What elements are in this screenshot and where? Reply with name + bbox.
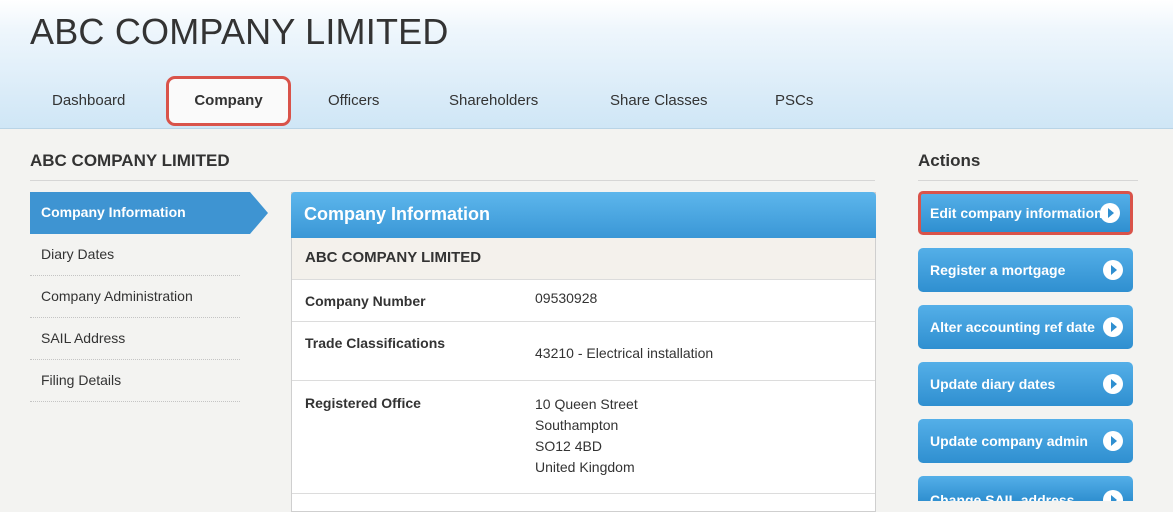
tab-company[interactable]: Company [166,76,291,126]
sidebar-item-diary-dates[interactable]: Diary Dates [30,234,240,276]
sidebar-item-sail-address[interactable]: SAIL Address [30,318,240,360]
address-line: Southampton [535,417,619,433]
update-diary-dates-button[interactable]: Update diary dates [918,362,1133,406]
tab-shareholders[interactable]: Shareholders [449,92,538,109]
top-header: ABC COMPANY LIMITED Dashboard Company Of… [0,0,1173,129]
panel-title: Company Information [291,192,876,238]
company-information-panel: Company Information ABC COMPANY LIMITED … [291,192,876,512]
registered-office-label: Registered Office [305,395,421,411]
update-company-admin-button[interactable]: Update company admin [918,419,1133,463]
actions-title: Actions [918,151,1138,181]
sidebar-item-company-administration[interactable]: Company Administration [30,276,240,318]
button-label: Update diary dates [930,376,1056,392]
company-number-row: Company Number 09530928 [292,280,875,322]
company-title: ABC COMPANY LIMITED [30,11,449,52]
tab-dashboard[interactable]: Dashboard [52,92,125,109]
trade-classifications-row: Trade Classifications 43210 - Electrical… [292,322,875,381]
sidebar-item-company-information[interactable]: Company Information [30,192,268,234]
button-label: Register a mortgage [930,262,1066,278]
address-line: 10 Queen Street [535,396,638,412]
button-label: Update company admin [930,433,1088,449]
chevron-right-circle-icon [1103,260,1123,280]
registered-office-row: Registered Office 10 Queen Street Southa… [292,381,875,494]
company-number-value: 09530928 [535,290,598,306]
change-sail-address-button[interactable]: Change SAIL address [918,476,1133,501]
chevron-right-circle-icon [1100,203,1120,223]
company-number-label: Company Number [305,293,426,309]
alter-accounting-ref-date-button[interactable]: Alter accounting ref date [918,305,1133,349]
button-label: Alter accounting ref date [930,319,1095,335]
sidebar-item-filing-details[interactable]: Filing Details [30,360,240,402]
panel-company-name: ABC COMPANY LIMITED [292,238,875,280]
tab-share-classes[interactable]: Share Classes [610,92,708,109]
tab-pscs[interactable]: PSCs [775,92,813,109]
chevron-right-circle-icon [1103,431,1123,451]
button-label: Edit company information [930,205,1103,221]
tab-officers[interactable]: Officers [328,92,379,109]
trade-classifications-label: Trade Classifications [305,335,446,351]
address-line: United Kingdom [535,459,635,475]
chevron-right-circle-icon [1103,490,1123,501]
sidebar: Company Information Diary Dates Company … [30,192,270,402]
button-label: Change SAIL address [930,492,1075,501]
chevron-right-circle-icon [1103,317,1123,337]
trade-classifications-value: 43210 - Electrical installation [535,345,714,361]
registered-office-address: 10 Queen Street Southampton SO12 4BD Uni… [535,394,638,478]
chevron-right-circle-icon [1103,374,1123,394]
address-line: SO12 4BD [535,438,602,454]
edit-company-information-button[interactable]: Edit company information [918,191,1133,235]
page-title: ABC COMPANY LIMITED [30,151,875,181]
register-a-mortgage-button[interactable]: Register a mortgage [918,248,1133,292]
